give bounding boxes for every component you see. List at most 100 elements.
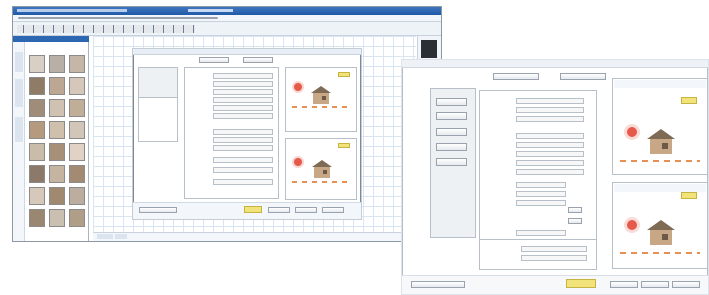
library-thumb-20[interactable] <box>49 187 65 205</box>
front-dialog-top-button-1[interactable] <box>493 73 539 80</box>
library-category-item-1[interactable] <box>15 52 23 72</box>
back-dialog-field-10[interactable] <box>213 157 273 163</box>
sun-icon <box>627 127 637 137</box>
front-dialog-small-button-2[interactable] <box>568 218 582 224</box>
back-dialog-field-1[interactable] <box>213 73 273 79</box>
library-thumb-16[interactable] <box>29 165 45 183</box>
back-window-titlebar-blur <box>17 9 127 12</box>
front-dialog-field-6[interactable] <box>516 151 584 157</box>
front-dialog-field-9[interactable] <box>516 182 566 188</box>
back-dialog-left-box <box>138 97 178 142</box>
library-thumb-10[interactable] <box>29 121 45 139</box>
front-dialog-footer-button-4[interactable] <box>672 281 700 288</box>
back-dialog-footer-button-2[interactable] <box>268 207 290 213</box>
library-thumb-5[interactable] <box>49 77 65 95</box>
house-icon <box>647 129 675 154</box>
front-dialog-field-12[interactable] <box>516 230 566 236</box>
library-thumb-3[interactable] <box>69 55 85 73</box>
back-window-title-tab <box>188 9 233 12</box>
library-thumb-23[interactable] <box>49 209 65 227</box>
back-window <box>12 6 442 242</box>
bottom-tab-2[interactable] <box>115 234 127 239</box>
library-thumb-8[interactable] <box>49 99 65 117</box>
front-dialog-left-item-4[interactable] <box>436 143 467 151</box>
back-dialog-house-top <box>310 85 332 105</box>
bottom-tab-1[interactable] <box>97 234 113 239</box>
library-thumb-4[interactable] <box>29 77 45 95</box>
back-dialog-field-3[interactable] <box>213 89 273 95</box>
back-dialog-footer-button-4[interactable] <box>322 207 344 213</box>
library-thumb-18[interactable] <box>69 165 85 183</box>
front-dialog-diagram-header-bottom <box>614 184 706 192</box>
back-dialog-arrows-bottom <box>292 181 350 183</box>
right-tools-dark-block[interactable] <box>421 40 437 58</box>
front-dialog-small-button-1[interactable] <box>568 207 582 213</box>
library-thumb-12[interactable] <box>69 121 85 139</box>
front-dialog-top-button-2[interactable] <box>560 73 606 80</box>
back-dialog-field-8[interactable] <box>213 137 273 143</box>
front-dialog-summary-field-1[interactable] <box>521 246 587 252</box>
front-dialog-field-2[interactable] <box>516 107 584 113</box>
back-energy-dialog-titlebar <box>133 49 361 55</box>
front-dialog-field-10[interactable] <box>516 191 566 197</box>
front-dialog-highlight-button-top[interactable] <box>681 97 697 104</box>
back-window-menu-items[interactable] <box>18 17 218 19</box>
library-thumb-21[interactable] <box>69 187 85 205</box>
back-dialog-field-11[interactable] <box>213 167 273 173</box>
front-dialog-left-item-5[interactable] <box>436 158 467 166</box>
back-dialog-field-6[interactable] <box>213 113 273 119</box>
front-dialog-left-item-1[interactable] <box>436 98 467 106</box>
front-dialog-field-4[interactable] <box>516 133 584 139</box>
library-category-item-3[interactable] <box>15 117 23 142</box>
front-dialog-field-1[interactable] <box>516 98 584 104</box>
library-thumb-13[interactable] <box>29 143 45 161</box>
front-dialog-field-11[interactable] <box>516 200 566 206</box>
back-dialog-top-button-1[interactable] <box>199 57 229 63</box>
front-dialog-ok-button[interactable] <box>566 279 596 288</box>
library-thumb-24[interactable] <box>69 209 85 227</box>
library-thumb-6[interactable] <box>69 77 85 95</box>
back-dialog-left-footer-button[interactable] <box>139 207 177 213</box>
back-dialog-field-5[interactable] <box>213 105 273 111</box>
front-dialog-footer-button-2[interactable] <box>610 281 638 288</box>
front-dialog-field-7[interactable] <box>516 160 584 166</box>
toolbar-icon-row[interactable] <box>17 25 195 33</box>
front-dialog-footer-button-3[interactable] <box>641 281 669 288</box>
library-thumb-19[interactable] <box>29 187 45 205</box>
back-dialog-top-button-2[interactable] <box>243 57 273 63</box>
library-thumb-2[interactable] <box>49 55 65 73</box>
library-thumb-14[interactable] <box>49 143 65 161</box>
front-dialog-field-5[interactable] <box>516 142 584 148</box>
back-dialog-field-4[interactable] <box>213 97 273 103</box>
sun-icon <box>294 158 302 166</box>
library-thumb-11[interactable] <box>49 121 65 139</box>
back-dialog-ok-button[interactable] <box>244 206 262 213</box>
front-dialog-left-item-3[interactable] <box>436 128 467 136</box>
front-dialog-arrows-top <box>620 160 700 162</box>
back-dialog-arrows-top <box>292 106 350 108</box>
front-dialog-field-8[interactable] <box>516 169 584 175</box>
library-thumb-22[interactable] <box>29 209 45 227</box>
front-dialog-field-3[interactable] <box>516 116 584 122</box>
front-dialog-left-item-2[interactable] <box>436 112 467 120</box>
library-thumb-7[interactable] <box>29 99 45 117</box>
back-dialog-highlight-button-top[interactable] <box>338 72 350 77</box>
sun-icon <box>627 220 637 230</box>
back-dialog-field-12[interactable] <box>213 179 273 185</box>
front-dialog-highlight-button-bottom[interactable] <box>681 192 697 199</box>
back-dialog-field-9[interactable] <box>213 145 273 151</box>
back-dialog-field-2[interactable] <box>213 81 273 87</box>
front-dialog-titlebar <box>402 60 708 68</box>
front-dialog-left-footer-button[interactable] <box>411 281 465 288</box>
front-dialog-house-bottom <box>646 219 676 247</box>
library-thumb-17[interactable] <box>49 165 65 183</box>
library-thumb-9[interactable] <box>69 99 85 117</box>
library-category-item-2[interactable] <box>15 79 23 107</box>
library-thumb-15[interactable] <box>69 143 85 161</box>
back-dialog-field-7[interactable] <box>213 129 273 135</box>
front-dialog-summary-field-2[interactable] <box>521 255 587 261</box>
house-icon <box>647 220 675 245</box>
library-thumb-1[interactable] <box>29 55 45 73</box>
back-dialog-highlight-button-bottom[interactable] <box>338 143 350 148</box>
back-dialog-footer-button-3[interactable] <box>295 207 317 213</box>
